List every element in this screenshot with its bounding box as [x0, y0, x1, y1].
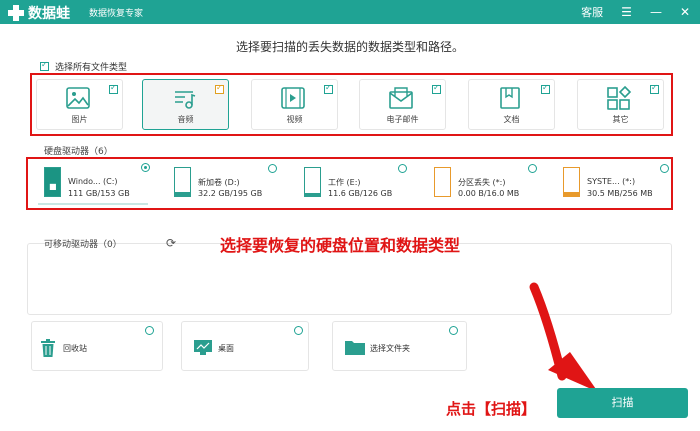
- removable-drives-label: 可移动驱动器（0）: [44, 240, 122, 250]
- checkbox-icon[interactable]: [40, 60, 49, 71]
- location-radio[interactable]: [449, 326, 458, 335]
- drive-icon: [304, 167, 321, 197]
- type-checkbox[interactable]: [215, 83, 224, 94]
- app-name: 数据蛙: [28, 6, 70, 22]
- refresh-icon[interactable]: ⟳: [166, 236, 176, 250]
- drive-c[interactable]: ■ Windo... (C:) 111 GB/153 GB: [44, 163, 154, 205]
- logo-cross-icon: [8, 5, 24, 21]
- drive-c-radio[interactable]: [141, 163, 150, 172]
- windows-drive-icon: ■: [44, 167, 61, 197]
- drive-icon: [174, 167, 191, 197]
- drive-annotation: 选择要恢复的硬盘位置和数据类型: [220, 236, 461, 255]
- support-link[interactable]: 客服: [581, 4, 603, 20]
- drive-name: Windo... (C:): [68, 177, 118, 186]
- drive-size: 30.5 MB/256 MB: [587, 189, 653, 198]
- type-card-email[interactable]: 电子邮件: [359, 79, 446, 130]
- drive-icon: [563, 167, 580, 197]
- location-label: 回收站: [63, 344, 87, 353]
- page-heading: 选择要扫描的丢失数据的数据类型和路径。: [235, 40, 464, 54]
- select-all-checkbox[interactable]: 选择所有文件类型: [40, 60, 127, 73]
- app-subtitle: 数据恢复专家: [89, 9, 144, 19]
- location-desktop[interactable]: 桌面: [181, 321, 309, 371]
- drive-d-radio[interactable]: [268, 164, 277, 173]
- type-card-image[interactable]: 图片: [36, 79, 123, 130]
- drive-name: 新加卷 (D:): [198, 178, 240, 187]
- type-card-document[interactable]: 文档: [468, 79, 555, 130]
- video-icon: [281, 87, 305, 109]
- app-logo: 数据蛙: [8, 3, 70, 23]
- type-label: 电子邮件: [386, 115, 419, 124]
- location-select-folder[interactable]: 选择文件夹: [332, 321, 467, 371]
- drive-name: 工作 (E:): [328, 178, 361, 187]
- type-checkbox[interactable]: [541, 83, 550, 94]
- type-checkbox[interactable]: [109, 83, 118, 94]
- window-controls: 客服 ☰ — ✕: [581, 4, 690, 20]
- location-label: 桌面: [218, 344, 234, 353]
- location-radio[interactable]: [294, 326, 303, 335]
- recycle-bin-icon: [41, 339, 55, 357]
- drive-icon: [434, 167, 451, 197]
- drive-size: 11.6 GB/126 GB: [328, 189, 393, 198]
- select-all-label: 选择所有文件类型: [55, 63, 128, 73]
- audio-icon: [175, 91, 196, 109]
- location-radio[interactable]: [145, 326, 154, 335]
- type-checkbox[interactable]: [432, 83, 441, 94]
- hard-drives-label: 硬盘驱动器（6）: [44, 147, 113, 157]
- drive-system-radio[interactable]: [660, 164, 669, 173]
- type-checkbox[interactable]: [650, 83, 659, 94]
- type-card-audio[interactable]: 音频: [142, 79, 229, 130]
- selected-drive-underline: [38, 203, 148, 205]
- type-label: 文档: [503, 115, 520, 124]
- drive-size: 32.2 GB/195 GB: [198, 189, 263, 198]
- scan-button[interactable]: 扫描: [557, 388, 688, 418]
- type-label: 图片: [71, 115, 88, 124]
- drive-name: 分区丢失 (*:): [458, 178, 506, 187]
- image-icon: [66, 87, 90, 109]
- scan-annotation: 点击【扫描】: [446, 400, 537, 418]
- drive-e-radio[interactable]: [398, 164, 407, 173]
- location-label: 选择文件夹: [370, 344, 410, 353]
- type-label: 其它: [612, 115, 629, 124]
- location-recycle-bin[interactable]: 回收站: [31, 321, 163, 371]
- drive-name: SYSTE... (*:): [587, 177, 636, 186]
- drive-lost-partition-radio[interactable]: [528, 164, 537, 173]
- minimize-icon[interactable]: —: [650, 5, 662, 19]
- other-icon: [607, 86, 632, 110]
- close-icon[interactable]: ✕: [680, 5, 690, 19]
- type-checkbox[interactable]: [324, 83, 333, 94]
- drive-size: 0.00 B/16.0 MB: [458, 189, 520, 198]
- type-label: 视频: [286, 115, 303, 124]
- drive-size: 111 GB/153 GB: [68, 189, 130, 198]
- menu-icon[interactable]: ☰: [621, 5, 632, 19]
- desktop-icon: [194, 340, 212, 355]
- document-icon: [500, 87, 520, 109]
- folder-icon: [345, 341, 365, 355]
- email-icon: [389, 87, 413, 109]
- title-bar: 数据蛙 数据恢复专家 客服 ☰ — ✕: [0, 0, 700, 24]
- type-label: 音频: [177, 115, 194, 124]
- drive-system[interactable]: SYSTE... (*:) 30.5 MB/256 MB: [563, 163, 673, 205]
- type-card-other[interactable]: 其它: [577, 79, 664, 130]
- type-card-video[interactable]: 视频: [251, 79, 338, 130]
